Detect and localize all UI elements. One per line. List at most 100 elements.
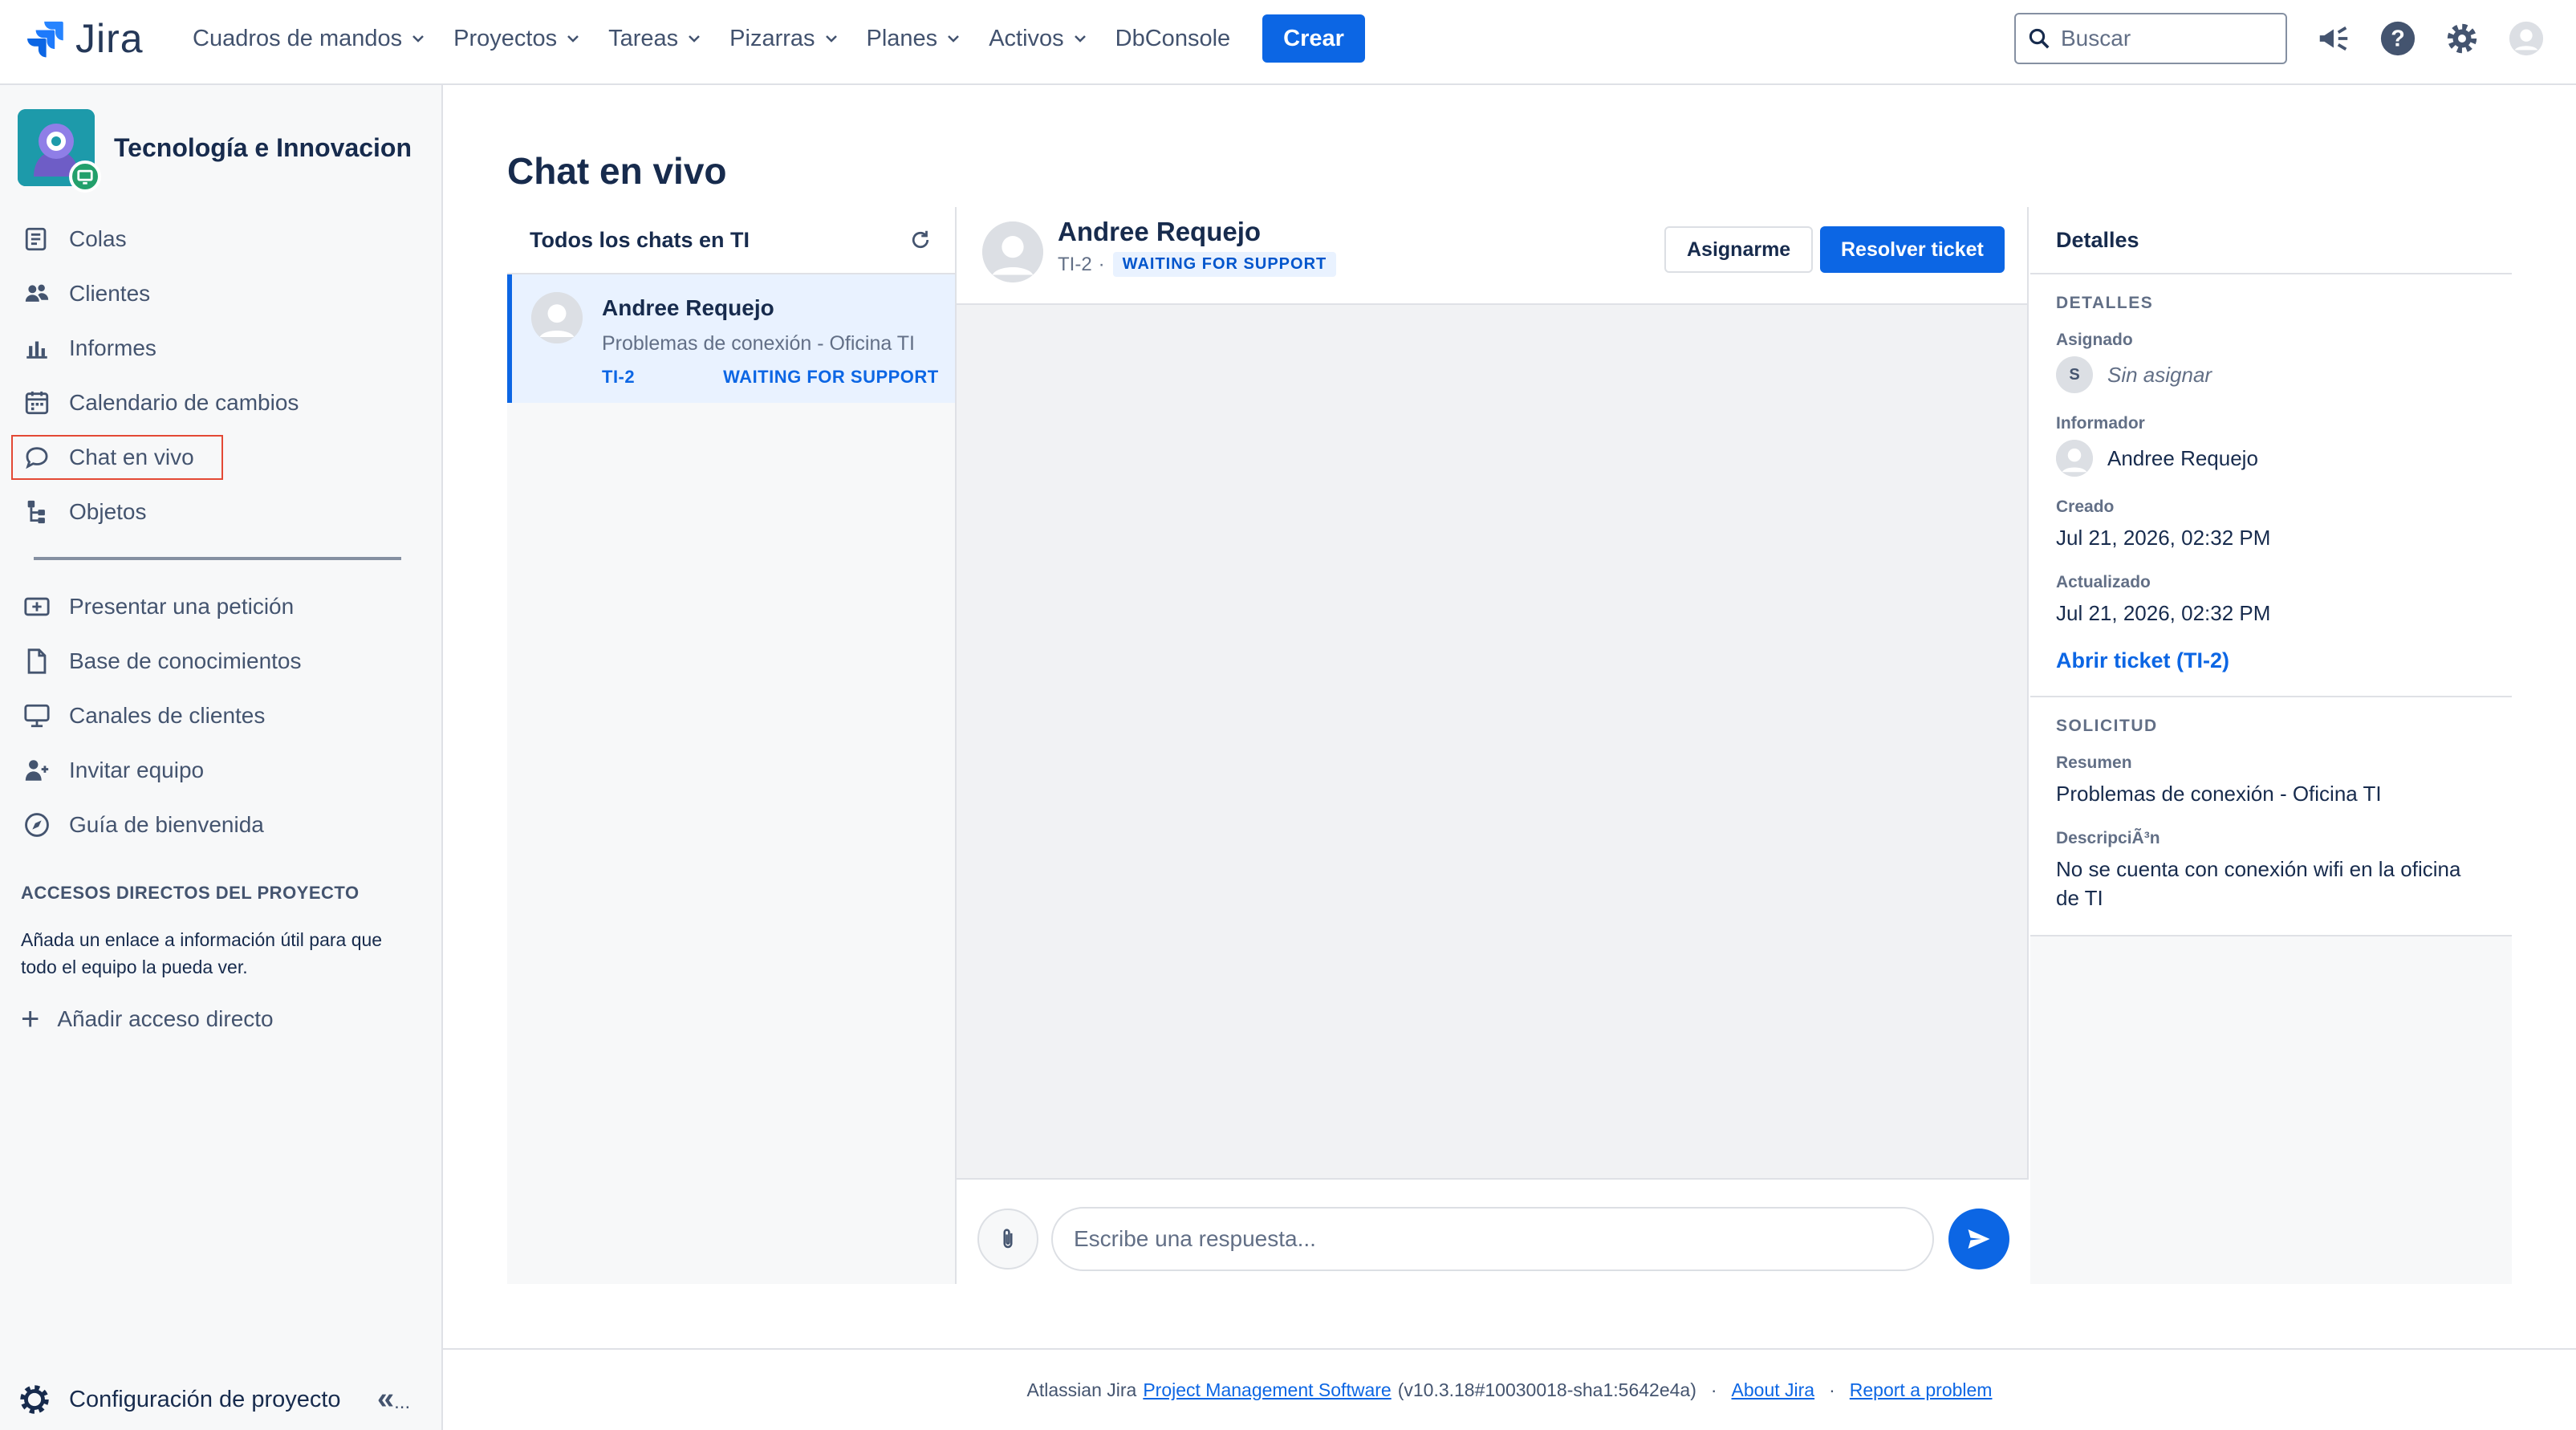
attach-button[interactable]: [977, 1209, 1038, 1270]
search-box[interactable]: [2014, 13, 2287, 64]
megaphone-icon: [2319, 26, 2348, 51]
menu-dbconsole[interactable]: DbConsole: [1115, 26, 1230, 52]
created-value: Jul 21, 2026, 02:32 PM: [2056, 526, 2271, 550]
top-actions: ?: [2311, 16, 2568, 61]
paperclip-icon: [1003, 1229, 1013, 1249]
top-navigation: Jira Cuadros de mandos Proyectos Tareas …: [0, 0, 2576, 85]
avatar: [531, 292, 583, 343]
plus-icon: +: [21, 1001, 40, 1037]
menu-boards[interactable]: Pizarras: [729, 26, 839, 52]
menu-label: DbConsole: [1115, 25, 1231, 51]
monitor-icon: [77, 169, 93, 185]
assignee-field[interactable]: S Sin asignar: [2056, 356, 2486, 393]
create-button[interactable]: Crear: [1262, 14, 1365, 63]
chat-list-panel: Todos los chats en TI Andree Requejo Pro…: [507, 207, 957, 1284]
resolve-ticket-button[interactable]: Resolver ticket: [1820, 226, 2005, 273]
collapse-sidebar-button[interactable]: «...: [377, 1382, 410, 1416]
footer-version: (v10.3.18#10030018-sha1:5642e4a): [1397, 1379, 1696, 1400]
conversation-ticket-key: TI-2: [1058, 253, 1092, 275]
reporter-label: Informador: [2056, 414, 2145, 433]
jira-logo[interactable]: Jira: [24, 16, 144, 61]
menu-assets[interactable]: Activos: [989, 26, 1087, 52]
chevron-down-icon: [1074, 35, 1086, 43]
sidebar-item-label: Objetos: [69, 499, 147, 524]
footer-link-about[interactable]: About Jira: [1732, 1379, 1815, 1401]
menu-issues[interactable]: Tareas: [608, 26, 702, 52]
sidebar-item-customer-channels[interactable]: Canales de clientes: [0, 689, 443, 743]
add-shortcut-button[interactable]: + Añadir acceso directo: [21, 1003, 406, 1035]
project-header[interactable]: Tecnología e Innovacion: [18, 109, 412, 193]
reports-icon: [22, 334, 51, 363]
more-glyph: ...: [394, 1391, 411, 1413]
search-input[interactable]: [2061, 26, 2269, 51]
double-chevron-left-icon: «: [377, 1382, 395, 1416]
sidebar-item-change-calendar[interactable]: Calendario de cambios: [0, 376, 443, 430]
sidebar-item-live-chat[interactable]: Chat en vivo: [0, 430, 443, 485]
chat-status: WAITING FOR SUPPORT: [723, 367, 939, 387]
chat-icon: [22, 443, 51, 472]
conversation-header: Andree Requejo TI-2 · WAITING FOR SUPPOR…: [957, 207, 2027, 305]
description-value: No se cuenta con conexión wifi en la ofi…: [2056, 857, 2461, 910]
details-section: DETALLES Asignado S Sin asignar Informad…: [2030, 274, 2512, 697]
search-icon: [2029, 28, 2050, 49]
send-button[interactable]: [1948, 1209, 2009, 1270]
reply-input[interactable]: [1051, 1207, 1934, 1271]
reporter-field: Andree Requejo: [2056, 440, 2486, 477]
details-panel: Detalles DETALLES Asignado S Sin asignar…: [2030, 207, 2512, 1284]
menu-label: Tareas: [608, 25, 679, 51]
refresh-icon[interactable]: [908, 228, 932, 252]
assignee-value: Sin asignar: [2107, 362, 2212, 387]
menu-label: Activos: [989, 25, 1064, 51]
gear-icon: [20, 1385, 49, 1414]
separator-dot: ·: [1098, 253, 1105, 275]
assignee-label: Asignado: [2056, 331, 2133, 349]
menu-dashboards[interactable]: Cuadros de mandos: [193, 26, 426, 52]
footer-separator: ·: [1710, 1379, 1717, 1400]
chat-summary: Problemas de conexión - Oficina TI: [602, 332, 916, 355]
shortcuts-title: ACCESOS DIRECTOS DEL PROYECTO: [21, 883, 360, 903]
status-badge: WAITING FOR SUPPORT: [1112, 252, 1337, 277]
profile-button[interactable]: [2504, 16, 2549, 61]
assignee-avatar: S: [2056, 356, 2093, 393]
calendar-icon: [22, 388, 51, 417]
project-settings-link[interactable]: Configuración de proyecto «...: [0, 1369, 443, 1430]
settings-icon: [2447, 23, 2477, 54]
menu-plans[interactable]: Planes: [867, 26, 962, 52]
chevron-down-icon: [567, 35, 579, 43]
jira-app: Jira Cuadros de mandos Proyectos Tareas …: [0, 0, 2576, 1430]
sidebar-item-raise-request[interactable]: Presentar una petición: [0, 579, 443, 634]
channel-badge: [69, 160, 101, 193]
sidebar-item-label: Clientes: [69, 281, 151, 306]
channels-icon: [22, 701, 51, 730]
menu-projects[interactable]: Proyectos: [453, 26, 581, 52]
user-avatar-icon: [531, 292, 583, 343]
invite-team-icon: [22, 756, 51, 785]
open-ticket-link[interactable]: Abrir ticket (TI-2): [2056, 648, 2486, 673]
sidebar-item-label: Base de conocimientos: [69, 648, 302, 673]
menu-label: Pizarras: [729, 25, 815, 51]
details-section-title: DETALLES: [2056, 294, 2154, 312]
sidebar-item-label: Guía de bienvenida: [69, 812, 264, 837]
jira-logo-icon: [27, 21, 63, 58]
chat-list-title: Todos los chats en TI: [530, 227, 750, 252]
chevron-down-icon: [948, 35, 960, 43]
settings-button[interactable]: [2440, 16, 2485, 61]
footer-link-pm-software[interactable]: Project Management Software: [1143, 1379, 1391, 1401]
notifications-button[interactable]: [2311, 16, 2356, 61]
sidebar-item-knowledge-base[interactable]: Base de conocimientos: [0, 634, 443, 689]
sidebar-item-reports[interactable]: Informes: [0, 321, 443, 376]
page-title: Chat en vivo: [507, 150, 727, 192]
sidebar-item-customers[interactable]: Clientes: [0, 266, 443, 321]
main-menu: Cuadros de mandos Proyectos Tareas Pizar…: [193, 14, 1365, 63]
footer-link-report-problem[interactable]: Report a problem: [1850, 1379, 1993, 1401]
help-button[interactable]: ?: [2375, 16, 2420, 61]
user-avatar-icon: [982, 221, 1043, 282]
sidebar-item-objects[interactable]: Objetos: [0, 485, 443, 539]
sidebar-item-invite-team[interactable]: Invitar equipo: [0, 743, 443, 798]
chat-list-item[interactable]: Andree Requejo Problemas de conexión - O…: [507, 274, 955, 403]
assign-to-me-button[interactable]: Asignarme: [1664, 226, 1814, 273]
chat-ticket-key: TI-2: [602, 367, 636, 387]
sidebar-item-queues[interactable]: Colas: [0, 212, 443, 266]
customers-icon: [22, 279, 51, 308]
sidebar-item-welcome-guide[interactable]: Guía de bienvenida: [0, 798, 443, 852]
